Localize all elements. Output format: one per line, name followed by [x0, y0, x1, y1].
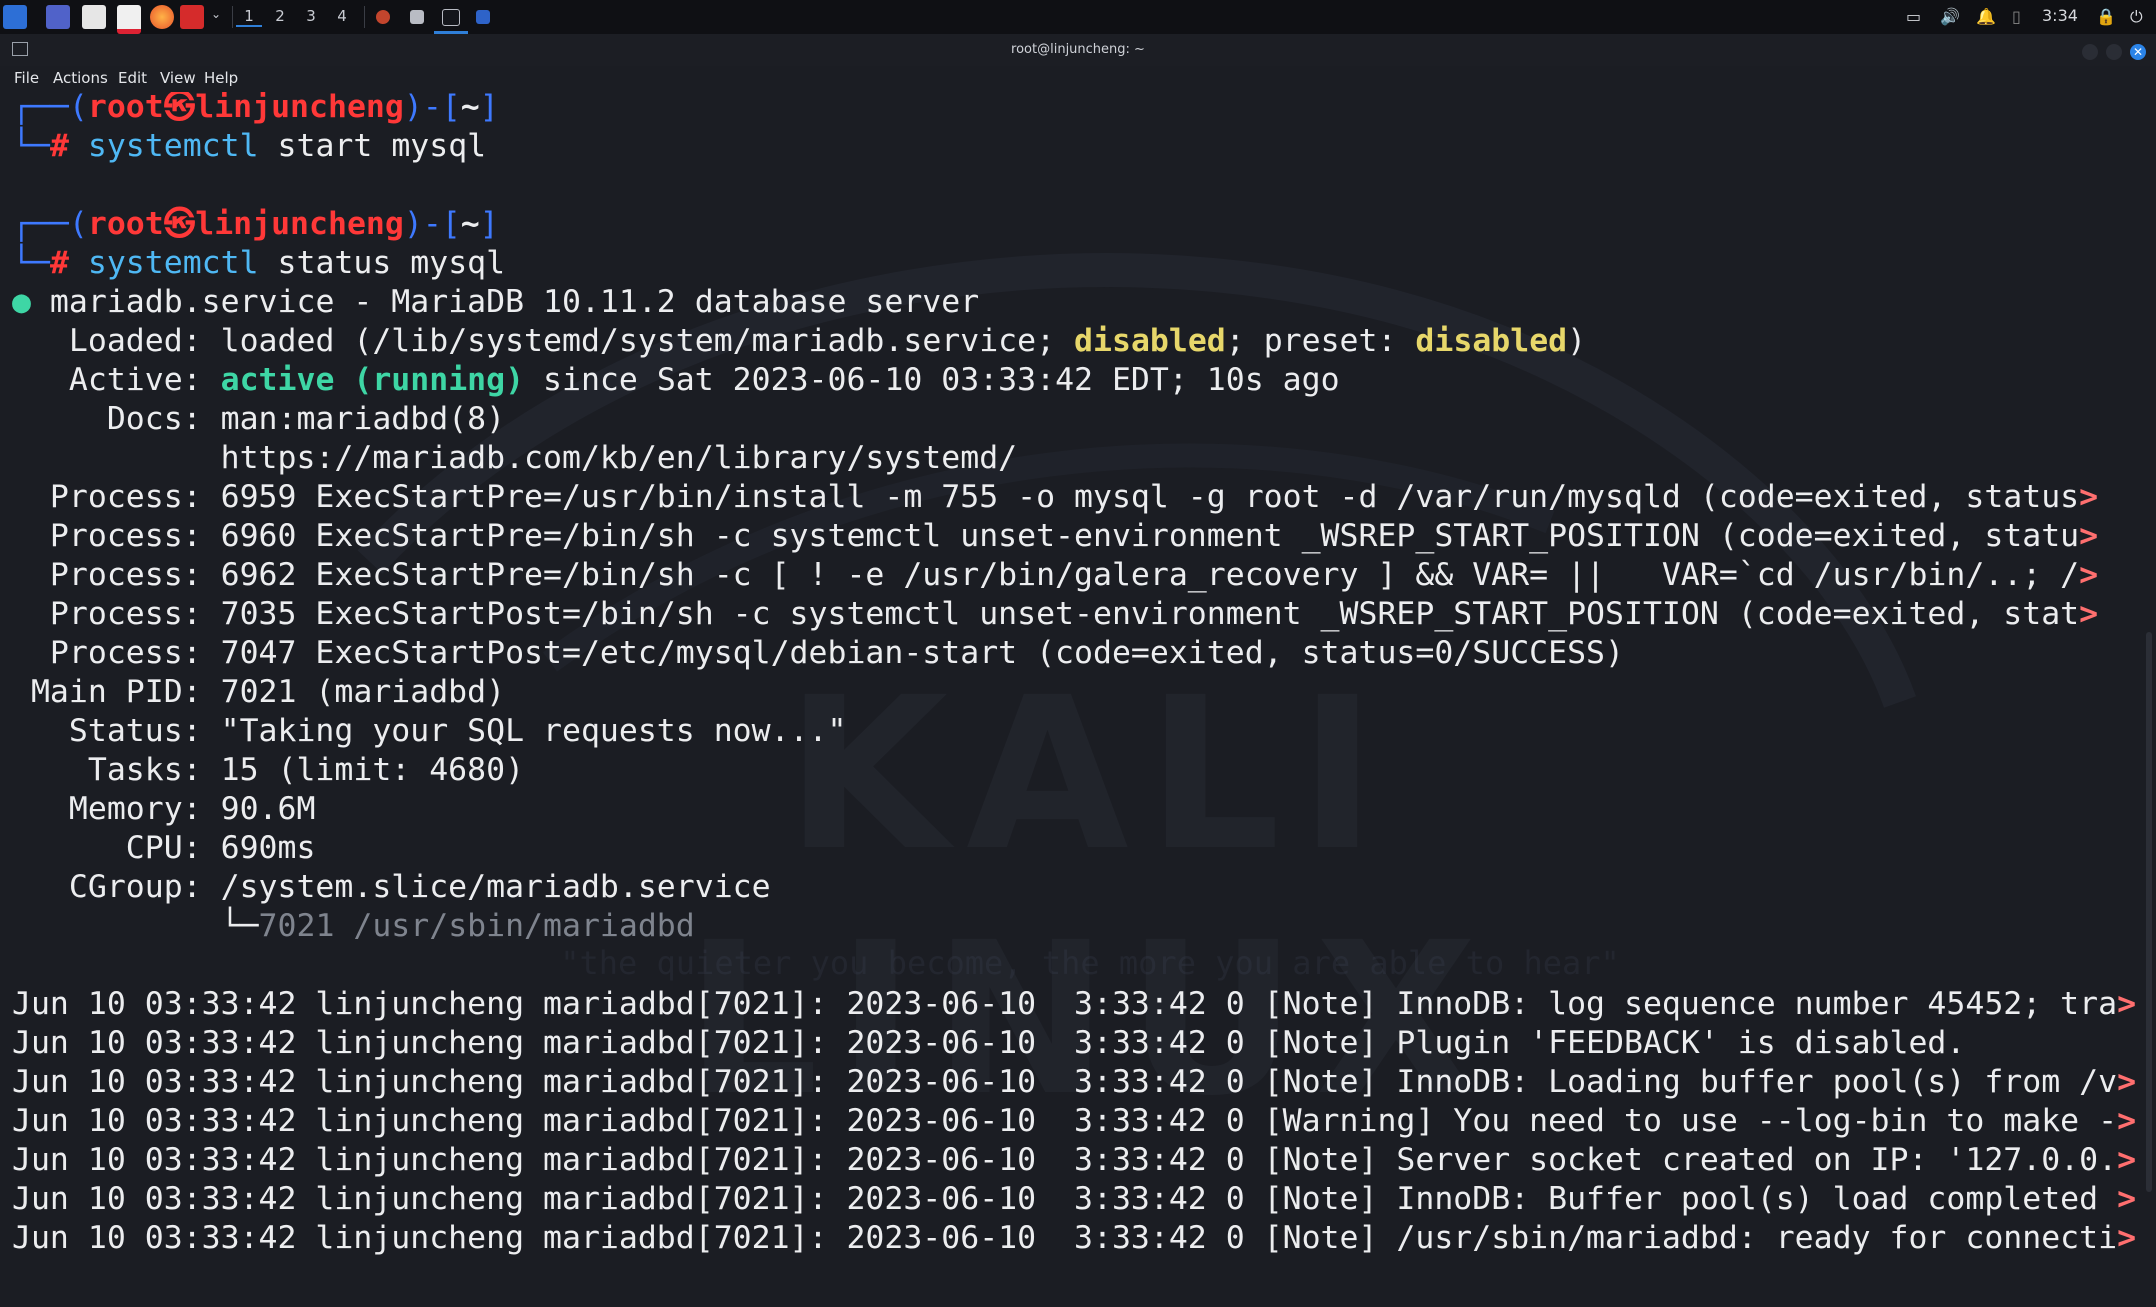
- prompt-hash: #: [49, 128, 69, 164]
- active-state: active (running): [220, 362, 525, 398]
- prompt-host: linjuncheng: [195, 206, 404, 242]
- chevron-down-icon[interactable]: ⌄: [203, 7, 229, 21]
- menu-file[interactable]: File: [14, 69, 39, 87]
- minimize-button[interactable]: [2082, 44, 2098, 60]
- process-line: Process: 6959 ExecStartPre=/usr/bin/inst…: [12, 479, 2099, 515]
- power-icon[interactable]: ⏻: [2130, 7, 2143, 27]
- truncation-marker: >: [2117, 1220, 2137, 1256]
- truncation-marker: >: [2117, 1142, 2137, 1178]
- command-line: └─# systemctl status mysql: [12, 245, 506, 281]
- lock-icon[interactable]: 🔒: [2096, 7, 2116, 26]
- docs-line: Docs: man:mariadbd(8): [12, 401, 506, 437]
- cgroup-line: CGroup: /system.slice/mariadb.service: [12, 869, 771, 905]
- prompt-cwd: ~: [460, 92, 480, 125]
- workspace-1[interactable]: 1: [236, 7, 262, 27]
- command-name: systemctl: [87, 128, 259, 164]
- text-editor-icon[interactable]: [117, 5, 141, 34]
- menu-actions[interactable]: Actions: [53, 69, 108, 87]
- status-dot-icon: ●: [12, 284, 31, 320]
- display-icon[interactable]: ▭: [1906, 7, 1921, 26]
- prompt-symbol: ㉿: [163, 92, 196, 125]
- log-line: Jun 10 03:33:42 linjuncheng mariadbd[702…: [12, 1142, 2137, 1178]
- service-header: ● mariadb.service - MariaDB 10.11.2 data…: [12, 284, 980, 320]
- log-line: Jun 10 03:33:42 linjuncheng mariadbd[702…: [12, 986, 2137, 1022]
- log-line: Jun 10 03:33:42 linjuncheng mariadbd[702…: [12, 1064, 2137, 1100]
- pager-scrollbar[interactable]: [2146, 632, 2152, 1192]
- taskbar-separator: [364, 6, 365, 28]
- prompt-line: ┌──(root㉿linjuncheng)-[~]: [12, 92, 499, 127]
- taskbar-separator: [232, 6, 233, 28]
- cpu-line: CPU: 690ms: [12, 830, 316, 866]
- command-args: status mysql: [258, 245, 506, 281]
- truncation-marker: >: [2079, 479, 2099, 515]
- prompt-cwd: ~: [460, 206, 480, 242]
- log-line: Jun 10 03:33:42 linjuncheng mariadbd[702…: [12, 1103, 2137, 1139]
- loaded-line: Loaded: loaded (/lib/systemd/system/mari…: [12, 323, 1587, 359]
- docs-url-line[interactable]: https://mariadb.com/kb/en/library/system…: [12, 439, 1018, 478]
- desktop-icon[interactable]: [46, 5, 70, 29]
- workspace-4[interactable]: 4: [329, 7, 355, 25]
- truncation-marker: >: [2117, 1103, 2137, 1139]
- terminal-view[interactable]: KALI LINUX "the quieter you become, the …: [0, 92, 2156, 1307]
- truncation-marker: >: [2117, 1181, 2137, 1217]
- cgroup-child-line: └─7021 /usr/sbin/mariadbd: [12, 908, 695, 944]
- prompt-symbol: ㉿: [163, 206, 196, 242]
- workspace-3[interactable]: 3: [298, 7, 324, 25]
- log-line: Jun 10 03:33:42 linjuncheng mariadbd[702…: [12, 1181, 2137, 1217]
- process-line: Process: 7047 ExecStartPost=/etc/mysql/d…: [12, 635, 1624, 671]
- menu-help[interactable]: Help: [204, 69, 238, 87]
- menubar: File Actions Edit View Help: [0, 66, 2156, 92]
- terminal-app-icon[interactable]: [180, 5, 204, 29]
- prompt-host: linjuncheng: [195, 92, 404, 125]
- log-line: Jun 10 03:33:42 linjuncheng mariadbd[702…: [12, 1220, 2137, 1256]
- firefox-icon[interactable]: [150, 5, 174, 29]
- kali-menu-icon[interactable]: [3, 5, 27, 29]
- status-line: Status: "Taking your SQL requests now...…: [12, 713, 847, 749]
- window-task-icon[interactable]: [476, 10, 490, 24]
- clock[interactable]: 3:34: [2042, 6, 2078, 25]
- kali-watermark-subtitle: "the quieter you become, the more you ar…: [560, 944, 1620, 982]
- command-line: └─# systemctl start mysql: [12, 128, 487, 164]
- close-button[interactable]: ✕: [2130, 44, 2146, 60]
- volume-icon[interactable]: 🔊: [1940, 7, 1960, 26]
- truncation-marker: >: [2117, 986, 2137, 1022]
- terminal-task-icon[interactable]: [442, 9, 460, 26]
- workspace-2[interactable]: 2: [267, 7, 293, 25]
- tasks-line: Tasks: 15 (limit: 4680): [12, 752, 525, 788]
- taskbar: ⌄ 1 2 3 4 ▭ 🔊 🔔 ▯ 3:34 🔒 ⏻: [0, 0, 2156, 35]
- process-line: Process: 6962 ExecStartPre=/bin/sh -c [ …: [12, 557, 2099, 593]
- prompt-user: root: [87, 92, 164, 125]
- window-titlebar[interactable]: root@linjuncheng: ~ ✕: [0, 34, 2156, 66]
- battery-icon[interactable]: ▯: [2012, 7, 2021, 26]
- command-name: systemctl: [87, 245, 259, 281]
- menu-edit[interactable]: Edit: [118, 69, 147, 87]
- prompt-hash: #: [49, 245, 69, 281]
- log-line: Jun 10 03:33:42 linjuncheng mariadbd[702…: [12, 1025, 1966, 1061]
- notification-bell-icon[interactable]: 🔔: [1976, 7, 1996, 26]
- active-line: Active: active (running) since Sat 2023-…: [12, 362, 1340, 398]
- truncation-marker: >: [2079, 596, 2099, 632]
- process-line: Process: 7035 ExecStartPost=/bin/sh -c s…: [12, 596, 2099, 632]
- prompt-user: root: [87, 206, 164, 242]
- file-manager-icon[interactable]: [82, 5, 106, 29]
- process-line: Process: 6960 ExecStartPre=/bin/sh -c sy…: [12, 518, 2099, 554]
- main-pid-line: Main PID: 7021 (mariadbd): [12, 674, 506, 710]
- truncation-marker: >: [2079, 557, 2099, 593]
- prompt-line: ┌──(root㉿linjuncheng)-[~]: [12, 206, 499, 242]
- maximize-button[interactable]: [2106, 44, 2122, 60]
- memory-line: Memory: 90.6M: [12, 791, 316, 827]
- command-args: start mysql: [258, 128, 487, 164]
- truncation-marker: >: [2079, 518, 2099, 554]
- editor-task-icon[interactable]: [410, 10, 424, 24]
- window-title: root@linjuncheng: ~: [1011, 42, 1145, 57]
- menu-view[interactable]: View: [160, 69, 196, 87]
- truncation-marker: >: [2117, 1064, 2137, 1100]
- firefox-task-icon[interactable]: [376, 10, 390, 24]
